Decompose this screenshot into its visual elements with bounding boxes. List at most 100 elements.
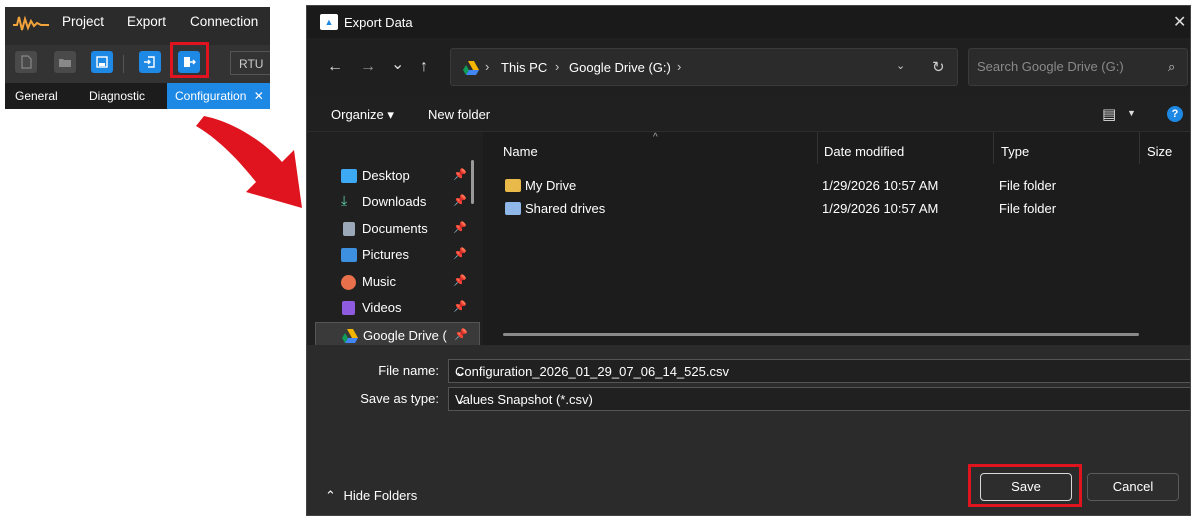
up-arrow-icon[interactable]: ↑ (420, 58, 428, 76)
menu-connection[interactable]: Connection (190, 14, 258, 29)
breadcrumb-separator: › (485, 59, 490, 74)
sidebar-item-music[interactable]: Music 📌 (315, 269, 480, 295)
file-name-cell: Shared drives (525, 201, 606, 216)
sidebar-item-label: Google Drive ( (363, 328, 447, 343)
chevron-down-icon[interactable]: ⌄ (455, 392, 466, 408)
tab-configuration[interactable]: Configuration ✕ (167, 83, 270, 109)
menu-project[interactable]: Project (62, 14, 104, 29)
chevron-down-icon[interactable]: ⌄ (896, 59, 905, 72)
chevron-up-icon: ⌃ (325, 488, 336, 503)
menu-bar: Project Export Connection (5, 7, 270, 37)
pin-icon: 📌 (453, 275, 467, 287)
sidebar-item-videos[interactable]: Videos 📌 (315, 295, 480, 321)
chevron-down-icon[interactable]: ⌄ (455, 364, 466, 380)
sidebar-item-label: Documents (362, 221, 428, 236)
document-icon (343, 222, 355, 236)
google-drive-icon (342, 329, 358, 343)
cancel-button[interactable]: Cancel (1087, 473, 1179, 501)
table-row[interactable]: My Drive 1/29/2026 10:57 AM File folder (483, 174, 1190, 196)
pin-icon: 📌 (453, 222, 467, 234)
pictures-icon (341, 248, 357, 262)
column-size[interactable]: Size (1147, 144, 1172, 159)
help-icon[interactable]: ? (1167, 106, 1183, 122)
column-divider[interactable] (993, 132, 994, 164)
export-data-dialog: ▲ Export Data ✕ ← → ⌄ ↑ › This PC › Goog… (306, 5, 1191, 516)
sidebar-item-documents[interactable]: Documents 📌 (315, 216, 480, 242)
sidebar-item-desktop[interactable]: Desktop 📌 (315, 163, 480, 189)
sidebar-item-label: Downloads (362, 194, 427, 209)
hide-folders-label: Hide Folders (343, 488, 418, 503)
desktop-icon (341, 169, 357, 183)
column-date-modified[interactable]: Date modified (824, 144, 904, 159)
breadcrumb-this-pc[interactable]: This PC (501, 60, 547, 75)
open-folder-icon[interactable] (54, 51, 76, 73)
navigation-pane: Desktop 📌 ⤓ Downloads 📌 Documents 📌 Pict… (307, 132, 482, 348)
pin-icon: 📌 (453, 301, 467, 313)
navigation-bar: ← → ⌄ ↑ › This PC › Google Drive (G:) › … (307, 40, 1190, 96)
save-as-type-value: Values Snapshot (*.csv) (455, 392, 593, 407)
search-box[interactable]: ⌕ (968, 48, 1188, 86)
sidebar-item-label: Pictures (362, 247, 409, 262)
pin-icon: 📌 (453, 248, 467, 260)
column-divider[interactable] (817, 132, 818, 164)
download-icon: ⤓ (341, 192, 348, 208)
organize-menu[interactable]: Organize ▾ (331, 107, 394, 123)
close-tab-icon[interactable]: ✕ (254, 89, 264, 103)
app-logo-icon: ▲ (320, 14, 338, 30)
videos-icon (342, 301, 355, 315)
sidebar-item-downloads[interactable]: ⤓ Downloads 📌 (315, 189, 480, 215)
sidebar-item-pictures[interactable]: Pictures 📌 (315, 242, 480, 268)
breadcrumb-google-drive[interactable]: Google Drive (G:) (569, 60, 671, 75)
refresh-icon[interactable]: ↻ (932, 58, 945, 76)
tab-bar: General Diagnostic Configuration ✕ (5, 83, 270, 109)
recent-locations-icon[interactable]: ⌄ (391, 54, 404, 74)
file-name-cell: My Drive (525, 178, 577, 193)
table-row[interactable]: Shared drives 1/29/2026 10:57 AM File fo… (483, 197, 1190, 219)
sidebar-item-label: Music (362, 274, 396, 289)
toolbar-separator (123, 55, 124, 73)
import-icon[interactable] (139, 51, 161, 73)
save-as-type-label: Save as type: (360, 391, 439, 406)
new-file-icon[interactable] (15, 51, 37, 73)
sort-up-icon: ^ (653, 132, 658, 143)
address-bar[interactable]: › This PC › Google Drive (G:) › ⌄ ↻ (450, 48, 958, 86)
pin-icon: 📌 (453, 195, 467, 207)
tab-diagnostic[interactable]: Diagnostic (89, 83, 145, 109)
pin-icon: 📌 (453, 169, 467, 181)
command-bar: Organize ▾ New folder ▤ ▼ ? (307, 96, 1190, 132)
horizontal-scrollbar[interactable] (503, 333, 1139, 336)
column-type[interactable]: Type (1001, 144, 1029, 159)
menu-export[interactable]: Export (127, 14, 166, 29)
column-name[interactable]: Name (503, 144, 538, 159)
export-button-highlight (170, 42, 209, 78)
hide-folders-toggle[interactable]: ⌃ Hide Folders (325, 488, 417, 504)
file-name-value: Configuration_2026_01_29_07_06_14_525.cs… (455, 364, 729, 379)
shared-folder-icon (505, 202, 521, 215)
chevron-down-icon[interactable]: ▼ (1127, 108, 1136, 118)
sidebar-item-label: Desktop (362, 168, 410, 183)
search-input[interactable] (977, 59, 1157, 74)
rtu-field[interactable]: RTU (230, 51, 270, 75)
column-divider[interactable] (1139, 132, 1140, 164)
view-options-icon[interactable]: ▤ (1102, 105, 1116, 123)
type-cell: File folder (999, 178, 1057, 193)
search-icon[interactable]: ⌕ (1168, 59, 1175, 75)
close-icon[interactable]: ✕ (1173, 12, 1186, 32)
back-arrow-icon[interactable]: ← (327, 58, 343, 76)
file-name-label: File name: (378, 363, 439, 378)
tab-general[interactable]: General (15, 83, 58, 109)
tab-configuration-label: Configuration (175, 89, 247, 103)
date-modified-cell: 1/29/2026 10:57 AM (822, 201, 939, 216)
type-cell: File folder (999, 201, 1057, 216)
navigation-scrollbar[interactable] (471, 160, 474, 204)
forward-arrow-icon[interactable]: → (360, 58, 376, 76)
file-list: ^ Name Date modified Type Size My Drive … (483, 132, 1190, 345)
save-as-type-select[interactable]: Values Snapshot (*.csv) ⌄ (448, 387, 1190, 411)
save-button-highlight (968, 464, 1082, 507)
dialog-titlebar: ▲ Export Data ✕ (307, 6, 1190, 38)
save-icon[interactable] (91, 51, 113, 73)
folder-icon (505, 179, 521, 192)
new-folder-button[interactable]: New folder (428, 107, 490, 122)
file-name-field[interactable]: Configuration_2026_01_29_07_06_14_525.cs… (448, 359, 1190, 383)
toolbar: RTU (5, 45, 270, 83)
